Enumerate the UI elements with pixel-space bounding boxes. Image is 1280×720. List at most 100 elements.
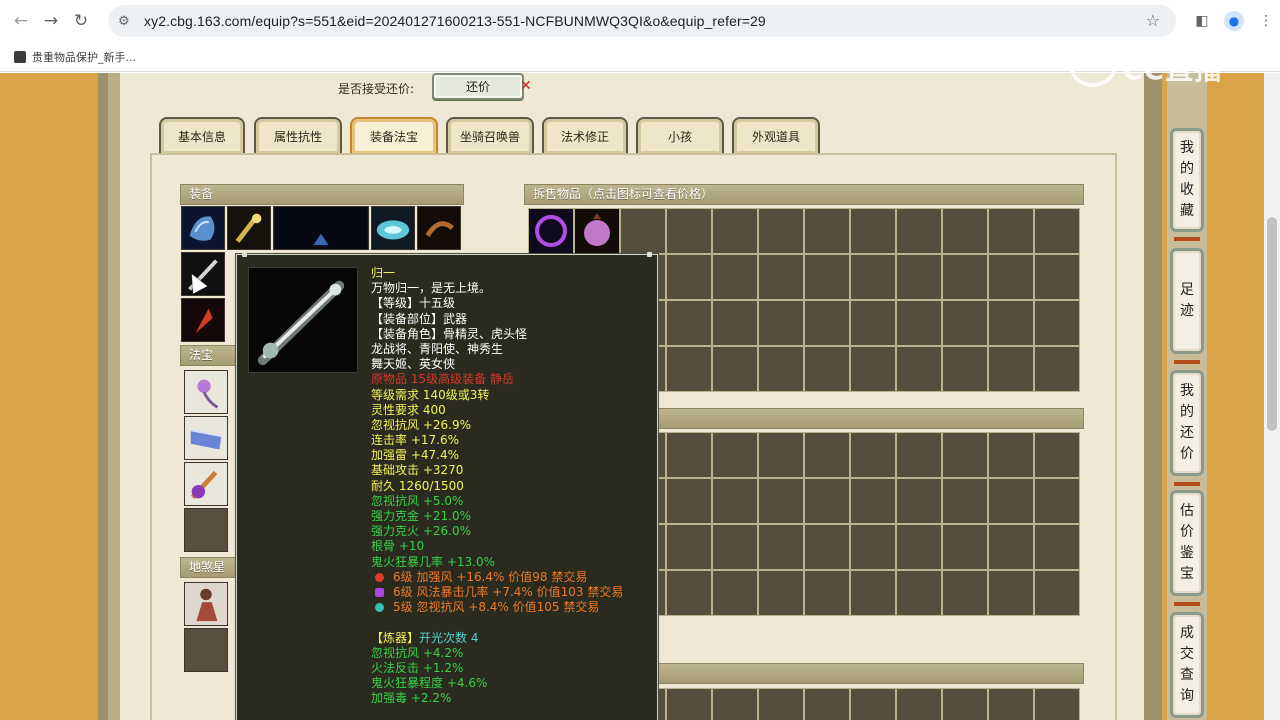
sidebar-appraisal[interactable]: 估价鉴宝	[1170, 490, 1204, 596]
item-roles-3: 舞天姬、英女侠	[371, 357, 456, 372]
close-x-icon[interactable]: ✕	[520, 78, 532, 94]
gem-line: 5级 忽视抗风 +8.4% 价值105 禁交易	[371, 600, 655, 615]
treasure-header: 法宝	[180, 345, 236, 366]
item-tooltip: 归一 万物归一，是无上境。 【等级】十五级 【装备部位】武器 【装备角色】骨精灵…	[236, 252, 658, 720]
browser-toolbar: ← → ↻ ⚙ xy2.cbg.163.com/equip?s=551&eid=…	[0, 0, 1280, 42]
shoes-icon	[418, 207, 460, 249]
tab-appearance[interactable]: 外观道具	[732, 117, 820, 154]
necklace-icon	[228, 207, 270, 249]
red-gem-icon	[375, 572, 384, 582]
tab-children[interactable]: 小孩	[636, 117, 724, 154]
purple-gem-icon	[375, 587, 384, 597]
address-bar[interactable]: ⚙ xy2.cbg.163.com/equip?s=551&eid=202401…	[108, 5, 1176, 37]
item-bonus-stat: 强力克金 +21.0%	[371, 509, 471, 523]
orb-icon	[584, 213, 610, 246]
item-bonus-stat: 鬼火狂暴几率 +13.0%	[371, 554, 495, 569]
equip-slot-belt[interactable]	[371, 206, 415, 250]
belt-icon	[372, 207, 414, 249]
equip-slot-necklace[interactable]	[227, 206, 271, 250]
item-level-req: 等级需求 140级或3转	[371, 387, 490, 402]
back-arrow-icon[interactable]: ←	[6, 6, 36, 36]
refine-stat: 鬼火狂暴程度 +4.6%	[371, 676, 488, 691]
item-bonus-stat: 忽视抗风 +5.0%	[371, 493, 464, 508]
side-panel-icon[interactable]: ◧	[1188, 8, 1216, 34]
tab-mounts-pets[interactable]: 坐骑召唤兽	[446, 117, 534, 154]
item-roles-2: 龙战将、青阳使、神秀生	[371, 341, 504, 356]
bookmark-favicon-icon	[14, 50, 26, 63]
accessory-icon	[182, 299, 224, 341]
watermark: CC直播	[1070, 48, 1223, 88]
item-durability: 耐久 1260/1500	[371, 478, 464, 493]
gem-line: 6级 加强风 +16.4% 价值98 禁交易	[371, 570, 655, 585]
hat-icon	[182, 207, 224, 249]
item-stat: 连击率 +17.6%	[371, 433, 459, 448]
equip-slot-weapon[interactable]	[181, 252, 225, 296]
forward-arrow-icon[interactable]: →	[36, 6, 66, 36]
dibao-header: 地煞星	[180, 557, 236, 578]
site-info-icon[interactable]: ⚙	[118, 14, 140, 29]
item-stat: 基础攻击 +3270	[371, 463, 464, 478]
profile-avatar[interactable]: ●	[1220, 8, 1248, 34]
tab-spell-modifiers[interactable]: 法术修正	[542, 117, 628, 154]
scrollbar-thumb[interactable]	[1267, 217, 1277, 431]
treasure-slot-3[interactable]	[184, 462, 228, 506]
menu-kebab-icon[interactable]: ⋮	[1252, 8, 1280, 34]
reload-icon[interactable]: ↻	[66, 6, 96, 36]
person-icon: ●	[1224, 11, 1244, 31]
equip-slot-hat[interactable]	[181, 206, 225, 250]
treasure-slot-4[interactable]	[184, 508, 228, 552]
sale-items-header: 拆售物品（点击图标可查看价格）	[524, 184, 1084, 205]
refine-stat: 火法反击 +1.2%	[371, 660, 464, 675]
ring-icon	[535, 215, 567, 247]
sidebar-my-counter-offers[interactable]: 我的还价	[1170, 370, 1204, 476]
tab-attributes[interactable]: 属性抗性	[254, 117, 342, 154]
item-desc: 万物归一，是无上境。	[371, 281, 492, 296]
sidebar-transaction-query[interactable]: 成交查询	[1170, 612, 1204, 718]
weapon-icon	[182, 253, 224, 295]
item-origin: 原物品 15级高级装备 静岳	[371, 372, 514, 387]
item-spirit-req: 灵性要求 400	[371, 402, 446, 417]
watermark-logo-icon	[1070, 49, 1116, 87]
page-scrollbar[interactable]	[1264, 73, 1280, 720]
refine-stat: 加强毒 +2.2%	[371, 691, 452, 706]
sidebar-footprints[interactable]: 足迹	[1170, 248, 1204, 354]
teal-gem-icon	[375, 603, 384, 613]
item-stat: 忽视抗风 +26.9%	[371, 417, 471, 432]
item-level: 【等级】十五级	[371, 296, 456, 311]
treasure-wand-icon	[185, 371, 227, 413]
item-slot: 【装备部位】武器	[371, 311, 468, 326]
item-stat: 加强雷 +47.4%	[371, 448, 459, 463]
bookmark-star-icon[interactable]: ☆	[1146, 11, 1160, 30]
item-name: 归一	[371, 266, 396, 280]
item-roles: 【装备角色】骨精灵、虎头怪	[371, 326, 528, 341]
character-portrait-icon	[185, 583, 227, 625]
tooltip-text: 归一 万物归一，是无上境。 【等级】十五级 【装备部位】武器 【装备角色】骨精灵…	[371, 266, 655, 706]
sale-item-2[interactable]	[574, 208, 620, 254]
counter-offer-button[interactable]: 还价	[432, 73, 524, 100]
sale-item-1[interactable]	[528, 208, 574, 254]
treasure-scroll-icon	[185, 417, 227, 459]
treasure-slot-2[interactable]	[184, 416, 228, 460]
dibao-slot-1[interactable]	[184, 582, 228, 626]
staff-weapon-icon	[249, 268, 357, 372]
item-bonus-stat: 强力克火 +26.0%	[371, 524, 471, 539]
equipment-header: 装备	[180, 184, 464, 205]
refine-header: 【炼器】开光次数 4	[371, 630, 479, 645]
item-bonus-stat: 根骨 +10	[371, 539, 425, 554]
armor-icon	[275, 207, 367, 249]
url-text[interactable]: xy2.cbg.163.com/equip?s=551&eid=20240127…	[144, 13, 766, 29]
counter-offer-label: 是否接受还价:	[338, 82, 415, 96]
tab-equipment[interactable]: 装备法宝	[350, 117, 438, 154]
equip-slot-armor[interactable]	[273, 206, 369, 250]
sidebar-my-favorites[interactable]: 我的收藏	[1170, 128, 1204, 232]
equip-slot-shoes[interactable]	[417, 206, 461, 250]
bookmark-item[interactable]: 贵重物品保护_新手...	[32, 49, 136, 65]
refine-stat: 忽视抗风 +4.2%	[371, 645, 464, 660]
treasure-slot-1[interactable]	[184, 370, 228, 414]
item-image	[248, 267, 358, 373]
treasure-instrument-icon	[185, 463, 227, 505]
gem-line: 6级 风法暴击几率 +7.4% 价值103 禁交易	[371, 585, 655, 600]
equip-slot-accessory[interactable]	[181, 298, 225, 342]
tab-basic-info[interactable]: 基本信息	[159, 117, 245, 154]
dibao-slot-2[interactable]	[184, 628, 228, 672]
